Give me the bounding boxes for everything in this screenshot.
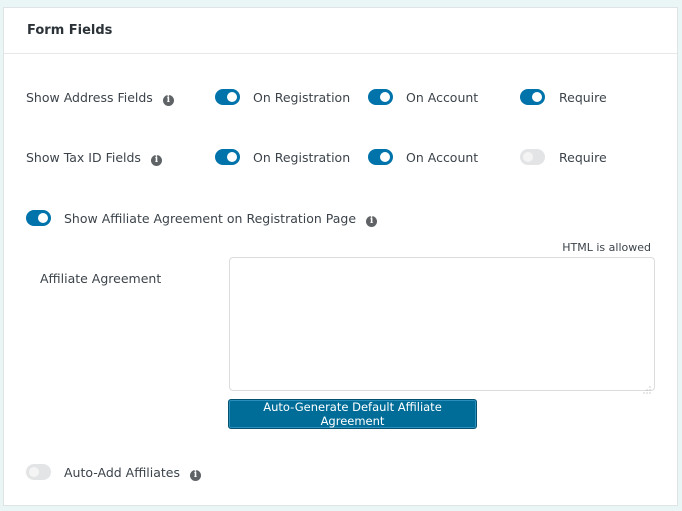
affiliate-agreement-textarea[interactable]	[229, 257, 655, 391]
form-fields-panel: Form Fields Show Address Fields i On Reg…	[3, 7, 678, 506]
toggle-knob	[532, 92, 542, 102]
show-tax-id-fields-text: Show Tax ID Fields	[26, 150, 141, 165]
show-address-fields-text: Show Address Fields	[26, 90, 153, 105]
toggle-knob	[380, 92, 390, 102]
toggle-knob	[29, 467, 39, 477]
toggle-knob	[38, 213, 48, 223]
tax-require-label: Require	[559, 150, 607, 165]
show-tax-id-fields-label: Show Tax ID Fields i	[26, 150, 162, 166]
tax-on-account-label: On Account	[406, 150, 479, 165]
show-affiliate-agreement-label: Show Affiliate Agreement on Registration…	[64, 211, 378, 227]
info-icon[interactable]: i	[366, 216, 378, 227]
toggle-knob	[227, 92, 237, 102]
html-allowed-hint: HTML is allowed	[562, 241, 651, 254]
resize-handle-icon[interactable]	[643, 379, 651, 394]
address-on-registration-label: On Registration	[253, 90, 351, 105]
affiliate-agreement-label: Affiliate Agreement	[40, 271, 162, 286]
show-affiliate-agreement-toggle[interactable]	[26, 210, 51, 226]
tax-require-toggle[interactable]	[520, 149, 545, 165]
address-require-label: Require	[559, 90, 607, 105]
panel-header: Form Fields	[4, 8, 677, 54]
show-affiliate-agreement-text: Show Affiliate Agreement on Registration…	[64, 211, 357, 226]
auto-generate-agreement-button[interactable]: Auto-Generate Default Affiliate Agreemen…	[228, 399, 477, 429]
tax-on-registration-toggle[interactable]	[215, 149, 240, 165]
tax-on-account-toggle[interactable]	[368, 149, 393, 165]
info-icon[interactable]: i	[190, 470, 201, 481]
toggle-knob	[227, 152, 237, 162]
info-icon[interactable]: i	[150, 155, 162, 166]
auto-add-affiliates-label: Auto-Add Affiliates i	[64, 465, 201, 481]
address-on-registration-toggle[interactable]	[215, 89, 240, 105]
info-icon[interactable]: i	[162, 95, 174, 106]
toggle-knob	[380, 152, 390, 162]
address-on-account-toggle[interactable]	[368, 89, 393, 105]
auto-add-affiliates-toggle[interactable]	[26, 464, 51, 480]
panel-title: Form Fields	[27, 23, 113, 38]
address-require-toggle[interactable]	[520, 89, 545, 105]
show-address-fields-label: Show Address Fields i	[26, 90, 174, 106]
toggle-knob	[523, 152, 533, 162]
address-on-account-label: On Account	[406, 90, 479, 105]
tax-on-registration-label: On Registration	[253, 150, 351, 165]
auto-add-affiliates-text: Auto-Add Affiliates	[64, 465, 181, 480]
